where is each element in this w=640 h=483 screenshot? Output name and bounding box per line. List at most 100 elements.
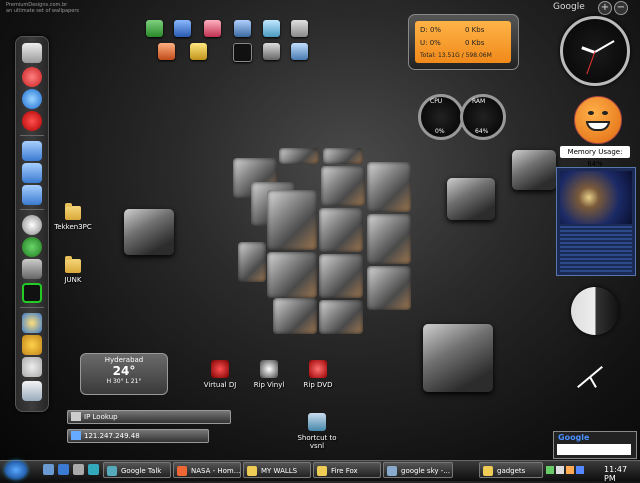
tray-app-icon[interactable] — [576, 466, 584, 474]
shortcut-icon — [308, 413, 326, 431]
powerpoint-icon[interactable] — [158, 43, 175, 60]
show-desktop-icon[interactable] — [43, 464, 54, 475]
opera-icon[interactable] — [22, 111, 42, 131]
network-meter-screen: D: 0% 0 Kbs U: 0% 0 Kbs Total: 13.51G / … — [415, 21, 511, 63]
tools-icon[interactable] — [22, 335, 42, 355]
quicklaunch-icon[interactable] — [88, 464, 99, 475]
taskbar-item-gadgets[interactable]: gadgets — [479, 462, 543, 478]
wallpaper-small-cube — [124, 209, 174, 255]
weather-range: H 30° L 21° — [106, 378, 142, 385]
access-icon[interactable] — [204, 20, 221, 37]
ip-address-field[interactable]: 121.247.249.48 — [67, 429, 209, 443]
winamp-icon[interactable] — [22, 259, 42, 279]
app-icon[interactable] — [263, 20, 280, 37]
taskbar-clock[interactable]: 11:47 PM — [604, 465, 640, 483]
computer-icon[interactable] — [234, 20, 251, 37]
sidebar-back-button[interactable]: − — [614, 1, 628, 15]
ip-address-value: 121.247.249.48 — [84, 432, 140, 440]
ip-lookup-gadget[interactable]: IP Lookup — [67, 410, 231, 424]
browser-icon — [387, 466, 397, 476]
desktop-icon-virtual-dj[interactable]: Virtual DJ — [198, 360, 242, 389]
vinyl-icon — [260, 360, 278, 378]
document-icon[interactable] — [22, 43, 42, 63]
tray-volume-icon[interactable] — [556, 466, 564, 474]
ram-value: 64% — [475, 128, 489, 135]
download-percent: D: 0% — [420, 26, 442, 34]
calculator-icon[interactable] — [291, 20, 308, 37]
switch-windows-icon[interactable] — [73, 464, 84, 475]
ip-lookup-label: IP Lookup — [84, 413, 118, 421]
settings-icon[interactable] — [22, 357, 42, 377]
moon-phase-gadget — [571, 287, 619, 335]
weather-gadget: Hyderabad 24° H 30° L 21° — [80, 353, 168, 395]
cpu-ram-meter-gadget: CPU RAM 0% 64% — [418, 92, 506, 142]
utorrent-icon[interactable] — [22, 237, 42, 257]
memory-usage-label: Memory Usage: 64% — [560, 146, 630, 168]
taskbar-item-label: Fire Fox — [331, 467, 358, 475]
taskbar-item-label: google sky -... — [401, 467, 450, 475]
taskbar-item-label: gadgets — [497, 467, 526, 475]
ip-lookup-icon — [71, 412, 81, 421]
taskbar-item-nasa[interactable]: NASA - Hom... — [173, 462, 241, 478]
desktop-icon-rip-dvd[interactable]: Rip DVD — [296, 360, 340, 389]
wallpaper-small-cube — [447, 178, 495, 220]
astronomy-picture-gadget[interactable] — [556, 167, 636, 276]
memory-smiley-gadget — [574, 96, 622, 144]
google-talk-icon — [107, 466, 117, 476]
wallpaper-small-cube — [512, 150, 556, 190]
desktop-icon-rip-vinyl[interactable]: Rip Vinyl — [247, 360, 291, 389]
taskbar-item-google-sky[interactable]: google sky -... — [383, 462, 453, 478]
google-search-input[interactable] — [557, 444, 631, 455]
folder-icon — [483, 466, 493, 476]
network-total: Total: 13.51G / 598.06M — [420, 52, 492, 59]
folder-icon[interactable] — [22, 141, 42, 161]
paint-icon[interactable] — [291, 43, 308, 60]
excel-icon[interactable] — [146, 20, 163, 37]
desktop-icon-label: Rip Vinyl — [253, 381, 285, 389]
desktop-icon-label: JUNK — [64, 276, 82, 284]
virtual-dj-icon — [211, 360, 229, 378]
desktop-icon-vsnl[interactable]: Shortcut to vsnl — [292, 413, 342, 450]
tray-network-icon[interactable] — [546, 466, 554, 474]
recycle-bin-icon[interactable] — [22, 381, 42, 401]
download-rate: 0 Kbs — [465, 26, 485, 34]
ie-quicklaunch-icon[interactable] — [58, 464, 69, 475]
network-icon — [71, 431, 81, 440]
firefox-icon — [177, 466, 187, 476]
clock-gadget — [560, 16, 630, 86]
taskbar-item-label: NASA - Hom... — [191, 467, 241, 475]
start-button[interactable] — [5, 461, 27, 479]
word-icon[interactable] — [174, 20, 191, 37]
folder-icon — [65, 203, 81, 220]
folder-icon[interactable] — [22, 163, 42, 183]
left-dock — [15, 36, 49, 412]
tray-app-icon[interactable] — [566, 466, 574, 474]
desktop-icon-tekken[interactable]: Tekken3PC — [48, 203, 98, 231]
wallpaper-small-cube — [423, 324, 493, 392]
sidebar-add-button[interactable]: + — [598, 1, 612, 15]
cpu-value: 0% — [435, 128, 445, 135]
taskbar-item-google-talk[interactable]: Google Talk — [103, 462, 171, 478]
taskbar-item-my-walls[interactable]: MY WALLS — [243, 462, 311, 478]
folder-icon — [65, 256, 81, 273]
app-icon[interactable] — [22, 313, 42, 333]
taskbar-item-fire-fox[interactable]: Fire Fox — [313, 462, 381, 478]
app-icon[interactable] — [263, 43, 280, 60]
google-logo: Google — [558, 433, 590, 442]
taskbar-item-label: Google Talk — [121, 467, 162, 475]
b-app-icon[interactable] — [22, 283, 42, 303]
outlook-icon[interactable] — [190, 43, 207, 60]
wallpaper-cube — [233, 148, 413, 338]
internet-explorer-icon[interactable] — [22, 89, 42, 109]
ram-label: RAM — [472, 98, 486, 105]
folder-icon — [317, 466, 327, 476]
cmd-icon[interactable] — [233, 43, 252, 62]
folder-icon[interactable] — [22, 185, 42, 205]
weather-city: Hyderabad — [104, 356, 144, 364]
cpu-label: CPU — [430, 98, 443, 105]
alien-icon[interactable] — [22, 215, 42, 235]
firefox-icon[interactable] — [22, 67, 42, 87]
desktop-icon-label: Rip DVD — [303, 381, 333, 389]
desktop-icon-junk[interactable]: JUNK — [48, 256, 98, 284]
desktop-icon-label: Tekken3PC — [54, 223, 92, 231]
